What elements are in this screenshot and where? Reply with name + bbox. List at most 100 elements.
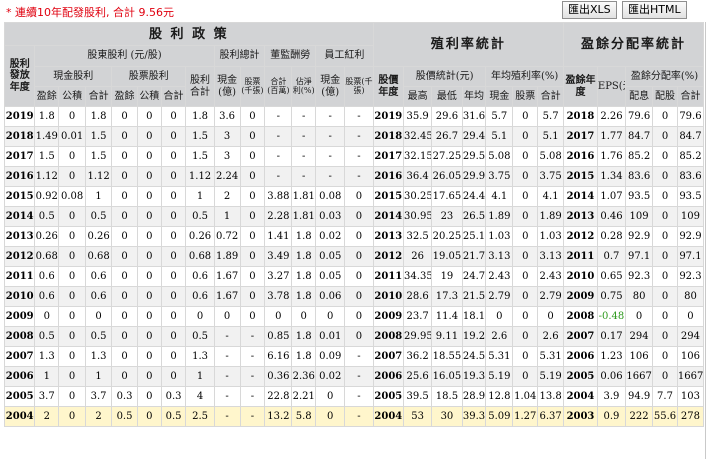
- table-cell: 0: [652, 366, 678, 387]
- table-cell: 0: [111, 366, 138, 387]
- table-cell: 2019: [372, 106, 405, 127]
- table-cell: 0: [512, 226, 539, 247]
- table-cell: 2013: [3, 226, 36, 247]
- table-cell: 0: [136, 226, 162, 247]
- table-cell: 0.7: [596, 246, 627, 267]
- table-cell: 0: [344, 326, 374, 347]
- table-cell: 0: [111, 146, 138, 167]
- table-cell: 17.65: [431, 186, 463, 207]
- table-cell: 0: [58, 146, 87, 167]
- table-cell: 5.09: [485, 406, 514, 427]
- table-cell: 0: [652, 126, 678, 147]
- table-cell: 0: [512, 106, 539, 127]
- table-cell: 2.28: [264, 206, 293, 227]
- table-cell: 2009: [563, 286, 598, 307]
- table-cell: 1.89: [213, 246, 241, 267]
- table-cell: 2.43: [537, 266, 565, 287]
- table-cell: 0: [652, 166, 678, 187]
- table-cell: 0: [512, 346, 539, 367]
- table-cell: 39.5: [403, 386, 433, 407]
- table-cell: 79.6: [625, 106, 654, 127]
- table-cell: 1.41: [264, 226, 293, 247]
- table-cell: 0: [85, 306, 113, 327]
- table-cell: -: [213, 406, 241, 427]
- table-cell: 2018: [372, 126, 405, 147]
- table-cell: 1: [85, 366, 113, 387]
- employee-bonus-header: 員工紅利: [315, 45, 374, 67]
- table-row: 2018 1.49 0.01 1.5 0 0 0 1.5 3 0- - - -2018 32.45 26.7…: [3, 126, 705, 147]
- table-cell: 39.3: [461, 406, 487, 427]
- table-cell: 0: [136, 306, 162, 327]
- table-cell: 1: [185, 366, 215, 387]
- table-cell: 0.5: [34, 206, 60, 227]
- table-cell: 2011: [3, 266, 36, 287]
- table-cell: 1.04: [512, 386, 539, 407]
- table-cell: 0.5: [85, 326, 113, 347]
- table-cell: 2019: [3, 106, 36, 127]
- table-cell: 23: [431, 206, 463, 227]
- table-cell: 16.05: [431, 366, 463, 387]
- table-cell: 30.25: [403, 186, 433, 207]
- table-cell: 18.55: [431, 346, 463, 367]
- payout-earn-header: 配息: [625, 86, 654, 107]
- table-row: 2008 0.5 0 0.5 0 0 0 0.5- -0.85 1.8 0.01 0 2008 29.95…: [3, 326, 705, 347]
- table-cell: 0: [58, 306, 87, 327]
- table-cell: 28.6: [403, 286, 433, 307]
- table-cell: 0: [652, 286, 678, 307]
- table-cell: 0: [111, 166, 138, 187]
- table-cell: 3: [213, 146, 241, 167]
- table-cell: 0.08: [58, 186, 87, 207]
- table-cell: 0: [136, 186, 162, 207]
- table-cell: 93.5: [676, 186, 705, 207]
- table-cell: 222: [625, 406, 654, 427]
- table-cell: 0.6: [85, 266, 113, 287]
- table-cell: 19.2: [461, 326, 487, 347]
- table-cell: 2017: [372, 146, 405, 167]
- price-avg-header: 年均: [461, 86, 487, 107]
- table-cell: 0.06: [315, 286, 346, 307]
- table-cell: 27.25: [431, 146, 463, 167]
- table-cell: 0: [512, 286, 539, 307]
- table-cell: 80: [625, 286, 654, 307]
- table-cell: 2010: [563, 266, 598, 287]
- dividend-rows: 2019 1.8 0 1.8 0 0 0 1.8 3.6 0- - - -2019 35.9 29.6 31.…: [3, 106, 705, 427]
- table-cell: 3.78: [264, 286, 293, 307]
- table-cell: 97.1: [676, 246, 705, 267]
- table-cell: 1.12: [34, 166, 60, 187]
- table-cell: 19: [431, 266, 463, 287]
- table-cell: 84.7: [676, 126, 705, 147]
- table-cell: 24.7: [461, 266, 487, 287]
- table-cell: 5.08: [485, 146, 514, 167]
- table-cell: 2017: [3, 146, 36, 167]
- table-cell: 1.76: [596, 146, 627, 167]
- table-cell: 12.8: [485, 386, 514, 407]
- table-cell: 0.5: [185, 206, 215, 227]
- table-cell: 0: [239, 166, 266, 187]
- table-cell: 85.2: [625, 146, 654, 167]
- export-xls-button[interactable]: 匯出XLS: [562, 1, 617, 19]
- table-cell: 2004: [372, 406, 405, 427]
- scrollbar-edge: [705, 22, 706, 459]
- table-cell: 5.31: [485, 346, 514, 367]
- table-cell: 3.13: [485, 246, 514, 267]
- table-cell: 3.75: [485, 166, 514, 187]
- table-cell: 97.1: [625, 246, 654, 267]
- table-cell: 2.36: [291, 366, 317, 387]
- table-cell: 26: [403, 246, 433, 267]
- table-cell: -: [264, 106, 293, 127]
- table-cell: -: [291, 126, 317, 147]
- export-html-button[interactable]: 匯出HTML: [622, 1, 687, 19]
- table-cell: 2006: [563, 346, 598, 367]
- table-cell: 0.68: [85, 246, 113, 267]
- table-cell: 109: [676, 206, 705, 227]
- table-cell: 0: [160, 326, 187, 347]
- table-cell: 19.05: [431, 246, 463, 267]
- table-cell: 92.3: [625, 266, 654, 287]
- table-cell: 2008: [3, 326, 36, 347]
- table-cell: 1.03: [485, 226, 514, 247]
- table-cell: -: [264, 166, 293, 187]
- table-cell: 5.7: [485, 106, 514, 127]
- table-cell: 2: [34, 406, 60, 427]
- table-cell: 0: [512, 266, 539, 287]
- table-cell: 3.7: [34, 386, 60, 407]
